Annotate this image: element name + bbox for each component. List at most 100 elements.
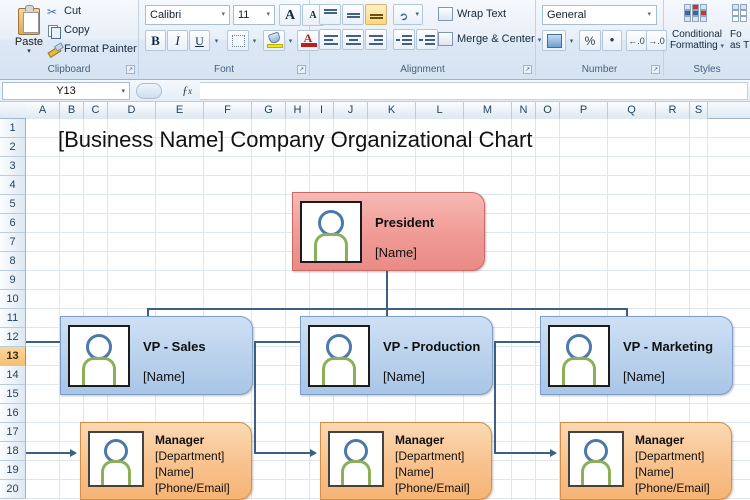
align-bottom-button[interactable] <box>365 4 387 25</box>
row-header-4[interactable]: 4 <box>0 176 26 195</box>
increase-indent-icon <box>417 30 437 49</box>
formula-expand-button[interactable] <box>136 83 162 99</box>
column-header-j[interactable]: J <box>334 102 368 119</box>
page-title: [Business Name] Company Organizational C… <box>58 127 533 152</box>
org-node-manager-marketing[interactable]: Manager [Department] [Name] [Phone/Email… <box>560 422 732 500</box>
chevron-down-icon[interactable]: ▾ <box>121 83 125 100</box>
font-dialog-launcher[interactable]: ↗ <box>297 65 306 74</box>
cut-button[interactable]: Cut <box>46 3 81 21</box>
conditional-formatting-button[interactable]: Conditional Formatting ▾ <box>666 3 728 59</box>
row-header-6[interactable]: 6 <box>0 214 26 233</box>
column-header-q[interactable]: Q <box>608 102 656 119</box>
increase-indent-button[interactable] <box>416 29 438 50</box>
column-header-b[interactable]: B <box>60 102 84 119</box>
org-node-manager-production[interactable]: Manager [Department] [Name] [Phone/Email… <box>320 422 492 500</box>
row-header-1[interactable]: 1 <box>0 119 26 138</box>
paste-dropdown-caret[interactable]: ▾ <box>8 48 50 55</box>
number-format-select[interactable]: General ▾ <box>542 5 657 25</box>
column-header-d[interactable]: D <box>108 102 156 119</box>
row-header-9[interactable]: 9 <box>0 271 26 290</box>
format-as-table-button[interactable]: Fo as T <box>730 3 750 59</box>
italic-button[interactable]: I <box>167 30 188 51</box>
clipboard-dialog-launcher[interactable]: ↗ <box>126 65 135 74</box>
row-header-3[interactable]: 3 <box>0 157 26 176</box>
row-header-11[interactable]: 11 <box>0 309 26 328</box>
bold-button[interactable]: B <box>145 30 166 51</box>
grow-font-button[interactable]: A <box>279 4 301 26</box>
align-center-button[interactable] <box>342 29 364 50</box>
accounting-dropdown[interactable]: ▾ <box>566 30 577 51</box>
row-header-19[interactable]: 19 <box>0 461 26 480</box>
formula-input[interactable] <box>200 82 748 100</box>
org-node-vp-marketing[interactable]: VP - Marketing [Name] <box>540 316 733 395</box>
row-header-13[interactable]: 13 <box>0 347 26 366</box>
number-dialog-launcher[interactable]: ↗ <box>651 65 660 74</box>
paste-button[interactable]: Paste ▾ <box>8 3 50 58</box>
copy-button[interactable]: Copy <box>46 22 90 39</box>
row-header-8[interactable]: 8 <box>0 252 26 271</box>
column-header-m[interactable]: M <box>464 102 512 119</box>
column-header-n[interactable]: N <box>512 102 536 119</box>
merge-center-button[interactable]: Merge & Center ▾ <box>438 31 541 48</box>
column-header-s[interactable]: S <box>690 102 708 119</box>
underline-dropdown[interactable]: ▾ <box>211 30 222 51</box>
org-node-title: Manager <box>155 433 205 447</box>
column-header-r[interactable]: R <box>656 102 690 119</box>
orientation-button[interactable]: ➲ ▾ <box>393 4 423 25</box>
borders-button[interactable] <box>227 30 249 51</box>
wrap-text-button[interactable]: Wrap Text <box>438 6 506 23</box>
row-header-14[interactable]: 14 <box>0 366 26 385</box>
function-icon[interactable]: ƒx <box>182 83 192 98</box>
align-left-button[interactable] <box>319 29 341 50</box>
column-header-f[interactable]: F <box>204 102 252 119</box>
org-node-president[interactable]: President [Name] <box>292 192 485 271</box>
column-header-l[interactable]: L <box>416 102 464 119</box>
align-top-button[interactable] <box>319 4 341 25</box>
name-box[interactable]: Y13 ▾ <box>2 82 130 100</box>
alignment-dialog-launcher[interactable]: ↗ <box>523 65 532 74</box>
column-header-k[interactable]: K <box>368 102 416 119</box>
org-node-manager-sales[interactable]: Manager [Department] [Name] [Phone/Email… <box>80 422 252 500</box>
connector-president-trunk <box>386 271 388 310</box>
increase-decimal-button[interactable]: ←.0 <box>626 30 647 51</box>
org-node-line: [Department] <box>395 449 465 463</box>
row-header-20[interactable]: 20 <box>0 480 26 499</box>
borders-dropdown[interactable]: ▾ <box>249 30 260 51</box>
row-header-16[interactable]: 16 <box>0 404 26 423</box>
comma-style-button[interactable]: • <box>602 30 622 51</box>
row-header-15[interactable]: 15 <box>0 385 26 404</box>
accounting-format-button[interactable] <box>542 30 566 51</box>
row-header-10[interactable]: 10 <box>0 290 26 309</box>
format-painter-button[interactable]: Format Painter <box>46 41 137 58</box>
column-header-o[interactable]: O <box>536 102 560 119</box>
column-header-i[interactable]: I <box>310 102 334 119</box>
column-header-g[interactable]: G <box>252 102 286 119</box>
column-header-e[interactable]: E <box>156 102 204 119</box>
percent-style-button[interactable]: % <box>579 30 601 51</box>
column-header-h[interactable]: H <box>286 102 310 119</box>
column-header-p[interactable]: P <box>560 102 608 119</box>
arrow-mgr-marketing <box>550 449 557 457</box>
org-node-vp-production[interactable]: VP - Production [Name] <box>300 316 493 395</box>
fill-color-button[interactable] <box>263 30 285 51</box>
column-header-c[interactable]: C <box>84 102 108 119</box>
row-header-17[interactable]: 17 <box>0 423 26 442</box>
fill-color-dropdown[interactable]: ▾ <box>285 30 296 51</box>
avatar-body <box>581 460 611 485</box>
org-node-vp-sales[interactable]: VP - Sales [Name] <box>60 316 253 395</box>
column-header-a[interactable]: A <box>26 102 60 119</box>
row-header-2[interactable]: 2 <box>0 138 26 157</box>
font-size-select[interactable]: 11 ▾ <box>233 5 275 25</box>
font-family-select[interactable]: Calibri ▾ <box>145 5 230 25</box>
sheet-canvas[interactable]: [Business Name] Company Organizational C… <box>26 119 750 500</box>
row-header-5[interactable]: 5 <box>0 195 26 214</box>
align-middle-button[interactable] <box>342 4 364 25</box>
decrease-indent-button[interactable] <box>393 29 415 50</box>
row-header-12[interactable]: 12 <box>0 328 26 347</box>
ribbon-group-font: Calibri ▾ 11 ▾ A A B I U ▾ ▾ ▾ A Font ↗ <box>139 0 326 76</box>
avatar-body <box>341 460 371 485</box>
align-right-button[interactable] <box>365 29 387 50</box>
underline-button[interactable]: U <box>189 30 210 51</box>
row-header-7[interactable]: 7 <box>0 233 26 252</box>
row-header-18[interactable]: 18 <box>0 442 26 461</box>
